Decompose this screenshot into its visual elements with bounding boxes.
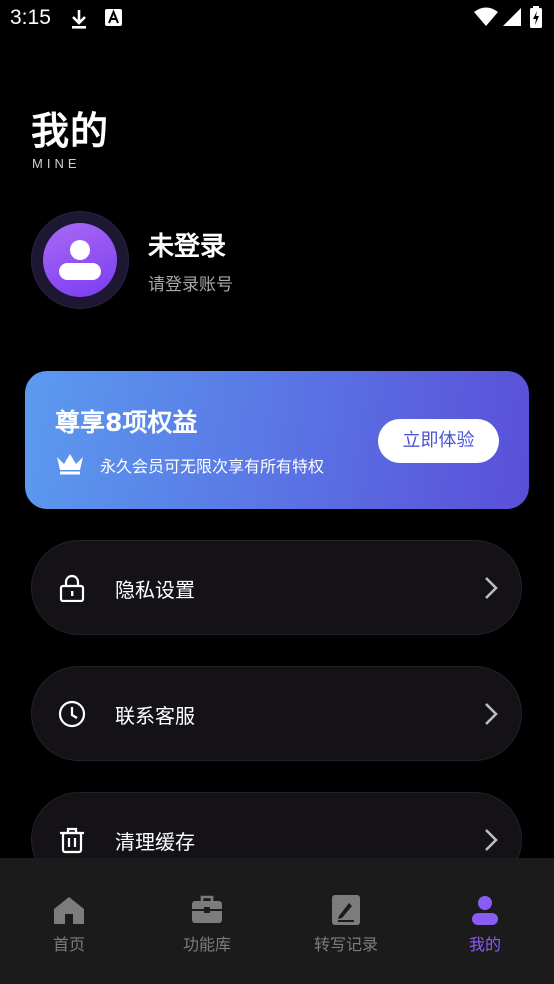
menu-label: 隐私设置: [115, 578, 195, 602]
trash-icon: [60, 827, 84, 854]
chevron-right-icon: [485, 577, 498, 599]
page-subtitle: MINE: [32, 156, 81, 171]
lock-icon: [59, 574, 85, 602]
home-icon: [54, 897, 84, 924]
crown-icon: [57, 454, 83, 475]
chevron-right-icon: [485, 829, 498, 851]
person-icon: [472, 896, 498, 925]
document-icon: [332, 895, 360, 925]
menu-item-customer-service[interactable]: 联系客服: [31, 666, 522, 761]
tab-label: 转写记录: [313, 935, 378, 954]
tab-label: 我的: [468, 935, 501, 954]
login-hint[interactable]: 请登录账号: [148, 270, 233, 295]
user-name[interactable]: 未登录: [148, 226, 226, 263]
user-icon: [59, 240, 101, 280]
tab-transcripts[interactable]: 转写记录: [277, 858, 415, 984]
download-icon: [72, 10, 86, 29]
avatar-circle: [43, 223, 117, 297]
status-bar: 3:15: [0, 0, 554, 38]
status-time: 3:15: [10, 6, 51, 29]
tab-label: 首页: [52, 935, 85, 954]
vip-description: 永久会员可无限次享有所有特权: [100, 457, 325, 476]
keyboard-a-icon: [105, 9, 122, 26]
vip-title: 尊享8项权益: [55, 408, 198, 437]
briefcase-icon: [192, 895, 222, 923]
menu-item-privacy[interactable]: 隐私设置: [31, 540, 522, 635]
tab-mine[interactable]: 我的: [416, 858, 554, 984]
avatar[interactable]: [31, 211, 129, 309]
tab-features[interactable]: 功能库: [138, 858, 276, 984]
menu-label: 联系客服: [115, 704, 195, 728]
tab-home[interactable]: 首页: [0, 858, 138, 984]
try-now-button[interactable]: 立即体验: [378, 419, 499, 463]
clock-icon: [58, 700, 86, 728]
tab-label: 功能库: [182, 935, 231, 954]
vip-card[interactable]: 尊享8项权益 永久会员可无限次享有所有特权 立即体验: [25, 371, 529, 509]
menu-label: 清理缓存: [115, 830, 195, 854]
bottom-tab-bar: 首页 功能库 转写记录 我的: [0, 858, 554, 984]
signal-icon: [503, 8, 521, 26]
wifi-icon: [474, 7, 498, 26]
battery-icon: [530, 6, 542, 28]
chevron-right-icon: [485, 703, 498, 725]
page-title: 我的: [31, 109, 110, 153]
